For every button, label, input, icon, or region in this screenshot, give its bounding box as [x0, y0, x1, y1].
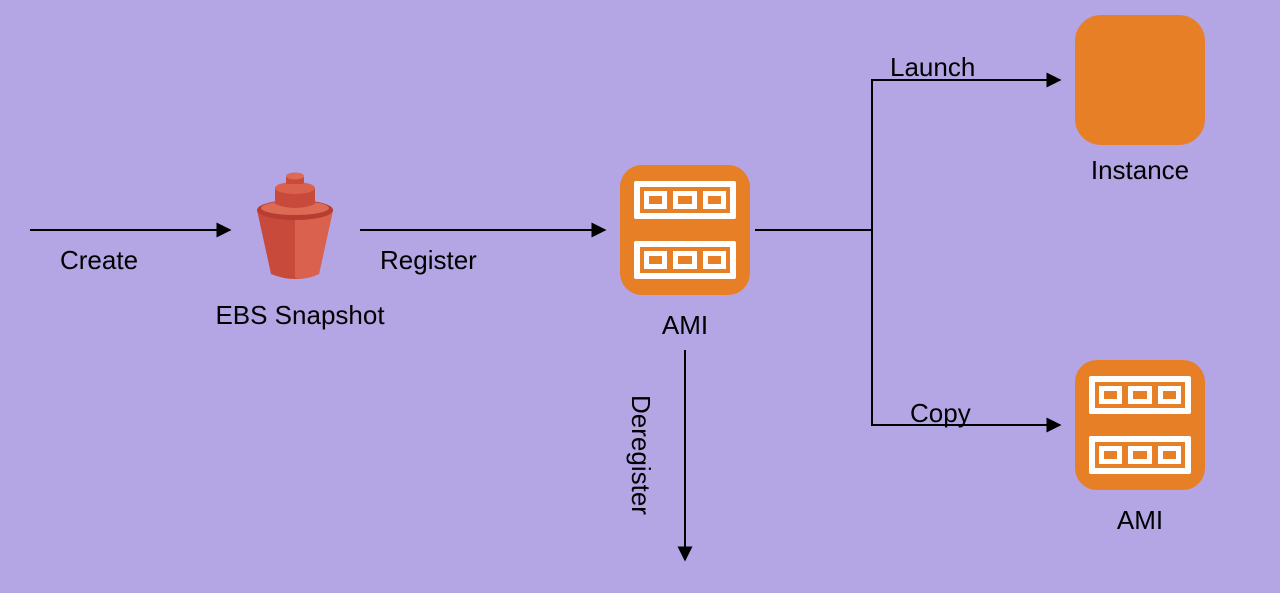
- ami-label: AMI: [620, 310, 750, 341]
- edge-copy-label: Copy: [910, 398, 971, 429]
- ami-copy-label: AMI: [1075, 505, 1205, 536]
- ebs-snapshot-label: EBS Snapshot: [195, 300, 405, 331]
- ami-node: [620, 165, 750, 295]
- ebs-snapshot-node: [245, 170, 345, 280]
- edge-deregister-label: Deregister: [625, 395, 656, 515]
- bucket-icon: [245, 170, 345, 280]
- arrow-copy: [872, 230, 1060, 425]
- instance-label: Instance: [1075, 155, 1205, 186]
- arrow-launch: [872, 80, 1060, 230]
- ami-row: [1089, 436, 1191, 474]
- edge-create-label: Create: [60, 245, 138, 276]
- edge-launch-label: Launch: [890, 52, 975, 83]
- edge-register-label: Register: [380, 245, 477, 276]
- ami-copy-node: [1075, 360, 1205, 490]
- ami-row: [634, 241, 736, 279]
- ami-row: [634, 181, 736, 219]
- instance-node: [1075, 15, 1205, 145]
- diagram-canvas: EBS Snapshot AMI Instance AMI Create: [0, 0, 1280, 593]
- ami-row: [1089, 376, 1191, 414]
